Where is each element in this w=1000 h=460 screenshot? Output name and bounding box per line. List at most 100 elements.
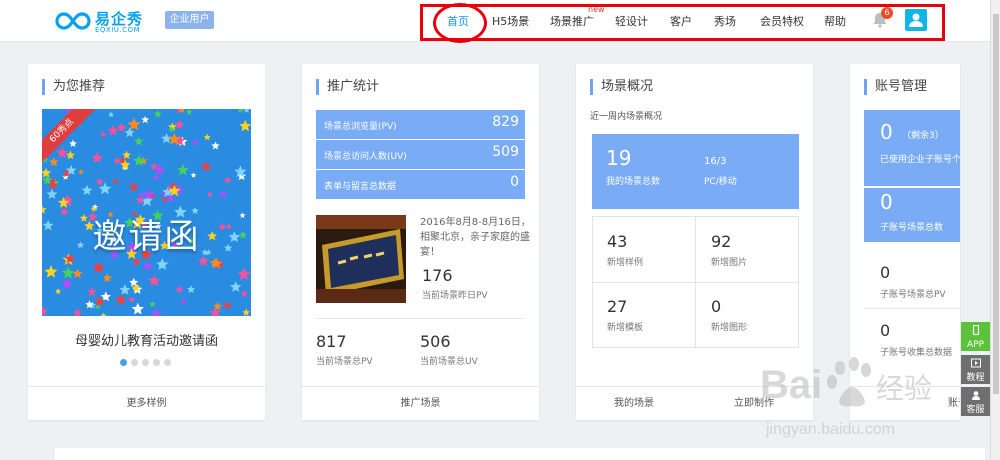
new-images-value: 92 bbox=[711, 232, 732, 251]
star-shape bbox=[223, 300, 232, 309]
star-shape bbox=[203, 133, 211, 141]
star-shape bbox=[69, 139, 77, 147]
service-label: 客服 bbox=[966, 405, 985, 415]
star-shape bbox=[141, 115, 150, 124]
new-shapes-label: 新增图形 bbox=[711, 323, 748, 333]
current-uv-value: 506 bbox=[420, 332, 451, 351]
star-shape bbox=[186, 285, 196, 294]
app-side-button[interactable]: APP bbox=[961, 322, 990, 351]
stat-label: 场景总浏览量(PV) bbox=[324, 122, 397, 132]
remaining-accounts: （剩余3） bbox=[902, 131, 944, 141]
carousel-dot[interactable] bbox=[164, 359, 171, 366]
current-uv-label: 当前场景总UV bbox=[420, 357, 478, 367]
carousel-dot[interactable] bbox=[142, 359, 149, 366]
star-shape bbox=[65, 150, 75, 160]
sub-scenes-label: 子账号场景总数 bbox=[880, 223, 944, 233]
star-shape bbox=[237, 267, 251, 280]
star-shape bbox=[150, 308, 162, 316]
star-shape bbox=[73, 308, 83, 316]
star-shape bbox=[55, 288, 62, 295]
star-shape bbox=[61, 277, 73, 289]
new-images-label: 新增图片 bbox=[711, 258, 748, 268]
carousel-dot[interactable] bbox=[131, 359, 138, 366]
used-accounts-label: 已使用企业子账号个数 bbox=[880, 155, 960, 165]
star-shape bbox=[129, 181, 139, 192]
star-shape bbox=[44, 265, 58, 278]
scene-thumbnail-image[interactable] bbox=[316, 215, 406, 303]
scrollbar-thumb[interactable] bbox=[993, 14, 999, 394]
stat-row-forms: 表单与留言总数据 0 bbox=[316, 170, 525, 199]
sub-scenes-value: 0 bbox=[880, 190, 893, 214]
divider bbox=[864, 308, 960, 309]
gate-sign-illustration bbox=[316, 215, 406, 303]
star-shape bbox=[206, 191, 213, 197]
star-shape bbox=[72, 268, 83, 278]
baidu-watermark: Bai 经验 jingyan.baidu.com bbox=[760, 346, 950, 456]
star-shape bbox=[134, 136, 144, 146]
star-shape bbox=[115, 293, 127, 305]
recommend-title: 为您推荐 bbox=[42, 79, 105, 95]
star-shape bbox=[78, 168, 84, 175]
next-section-edge bbox=[55, 448, 985, 460]
star-shape bbox=[142, 260, 153, 271]
star-shape bbox=[112, 178, 119, 185]
account-title: 账号管理 bbox=[864, 79, 927, 95]
star-shape bbox=[230, 281, 242, 292]
recommend-card: 为您推荐 60秀点 邀请函 母婴幼儿教育活动邀请函 更多样例 bbox=[28, 64, 265, 420]
enterprise-user-badge[interactable]: 企业用户 bbox=[165, 11, 214, 29]
stat-value: 829 bbox=[492, 114, 519, 130]
current-pv-value: 817 bbox=[316, 332, 347, 351]
promote-scene-link[interactable]: 推广场景 bbox=[302, 386, 539, 420]
star-shape bbox=[239, 119, 251, 132]
phone-icon bbox=[972, 324, 979, 336]
star-shape bbox=[129, 277, 139, 287]
stat-value: 0 bbox=[510, 174, 519, 190]
yesterday-pv-value: 176 bbox=[422, 266, 453, 285]
sub-pv-value: 0 bbox=[880, 263, 891, 282]
star-shape bbox=[177, 164, 189, 176]
page-scrollbar[interactable] bbox=[990, 0, 1000, 460]
star-shape bbox=[132, 257, 141, 266]
stat-label: 场景总访问人数(UV) bbox=[324, 152, 407, 162]
star-shape bbox=[124, 127, 135, 138]
star-shape bbox=[240, 290, 249, 298]
carousel-dot[interactable] bbox=[120, 359, 127, 366]
star-shape bbox=[92, 261, 105, 273]
star-shape bbox=[119, 284, 131, 295]
star-shape bbox=[91, 152, 103, 163]
tutorial-side-button[interactable]: 教程 bbox=[961, 355, 990, 384]
divider bbox=[316, 318, 525, 319]
star-shape bbox=[185, 109, 193, 115]
star-shape bbox=[95, 177, 104, 186]
star-shape bbox=[128, 295, 136, 303]
recommend-banner-image[interactable]: 60秀点 邀请函 bbox=[42, 109, 251, 316]
sub-scenes-box: 0 子账号场景总数 bbox=[864, 188, 960, 242]
event-description: 2016年8月8-8月16日，相聚北京，亲子家庭的盛宴！ bbox=[420, 217, 531, 258]
star-shape bbox=[108, 111, 115, 118]
new-templates-label: 新增模板 bbox=[607, 323, 644, 333]
star-shape bbox=[200, 161, 212, 172]
recommend-caption[interactable]: 母婴幼儿教育活动邀请函 bbox=[42, 330, 251, 349]
app-label: APP bbox=[966, 340, 984, 350]
star-shape bbox=[107, 124, 119, 136]
nav-highlight-annotation bbox=[420, 4, 945, 41]
star-shape bbox=[61, 266, 75, 279]
service-side-button[interactable]: 客服 bbox=[961, 387, 990, 416]
overview-title: 场景概况 bbox=[590, 79, 653, 95]
star-shape bbox=[49, 157, 59, 167]
star-shape bbox=[87, 287, 97, 296]
eqxiu-logo[interactable]: 易企秀 EQXIU.COM bbox=[55, 8, 155, 34]
support-user-icon bbox=[971, 391, 980, 400]
star-shape bbox=[211, 141, 220, 150]
star-shape bbox=[116, 122, 127, 132]
star-shape bbox=[153, 109, 162, 118]
my-scenes-link[interactable]: 我的场景 bbox=[614, 387, 654, 421]
logo-domain: EQXIU.COM bbox=[95, 26, 141, 34]
more-samples-link[interactable]: 更多样例 bbox=[28, 386, 265, 420]
scene-total-label: 我的场景总数 bbox=[606, 177, 661, 187]
used-accounts-box: 0 （剩余3） 已使用企业子账号个数 bbox=[864, 110, 960, 186]
star-shape bbox=[46, 188, 58, 199]
carousel-dot[interactable] bbox=[153, 359, 160, 366]
stats-title: 推广统计 bbox=[316, 79, 379, 95]
star-shape bbox=[42, 306, 48, 316]
